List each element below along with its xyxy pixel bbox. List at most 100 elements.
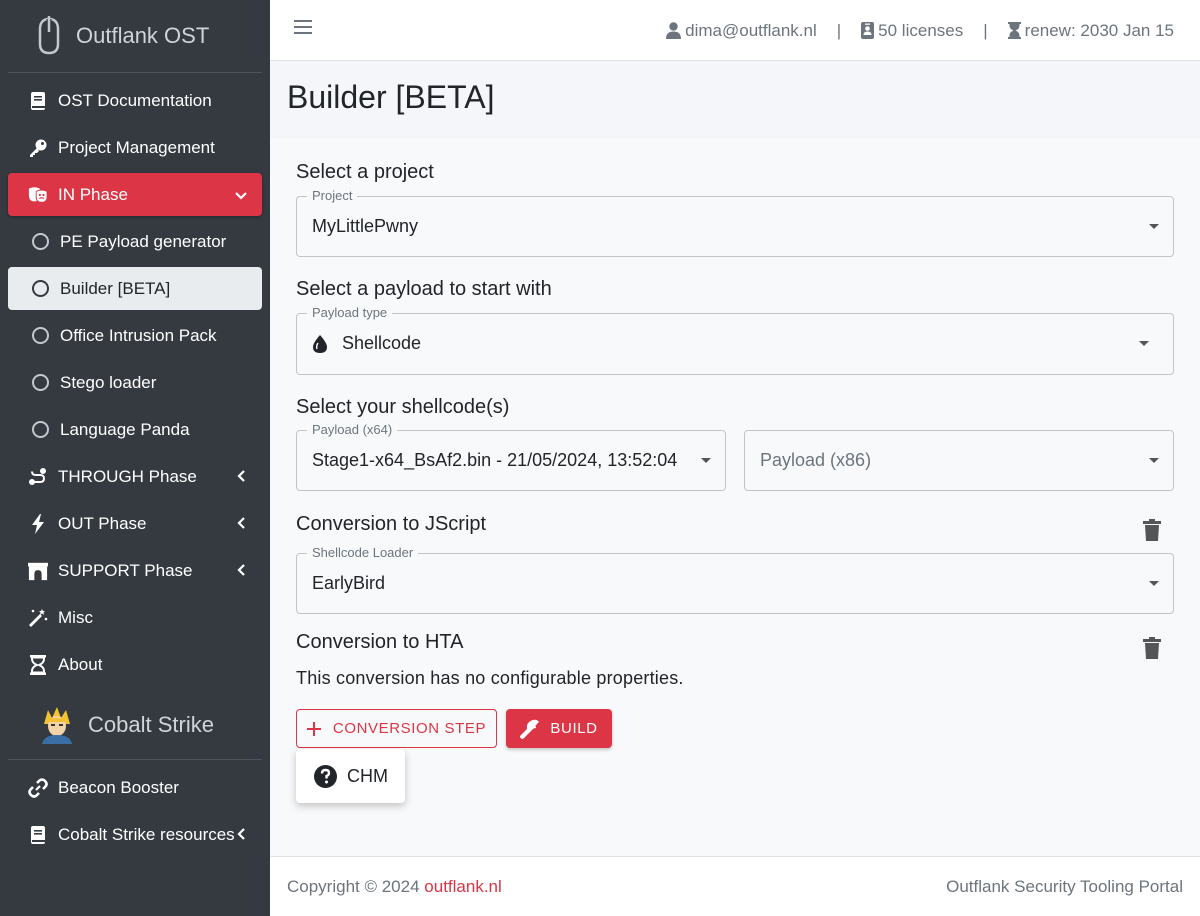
payload-type-value: Shellcode bbox=[342, 333, 422, 353]
outflank-logo-icon bbox=[36, 16, 62, 56]
renew-date: renew: 2030 Jan 15 bbox=[1024, 20, 1174, 40]
sidebar-item-misc[interactable]: Misc bbox=[8, 596, 262, 639]
sidebar-item-pe-payload-generator[interactable]: PE Payload generator bbox=[8, 220, 262, 263]
circle-icon bbox=[30, 232, 50, 252]
project-select-value: MyLittlePwny bbox=[312, 216, 419, 236]
egg-icon bbox=[313, 334, 327, 353]
user-email: dima@outflank.nl bbox=[685, 20, 817, 40]
separator: | bbox=[983, 20, 988, 40]
footer-portal-name: Outflank Security Tooling Portal bbox=[946, 876, 1183, 896]
shellcode-loader-label: Shellcode Loader bbox=[307, 546, 419, 560]
sidebar-item-label: OST Documentation bbox=[58, 90, 212, 110]
chevron-left-icon bbox=[234, 516, 248, 532]
delete-hta-step-trash-icon[interactable] bbox=[1143, 637, 1161, 659]
cobalt-strike-avatar-icon bbox=[38, 706, 76, 744]
wrench-icon bbox=[520, 719, 540, 739]
user-info[interactable]: dima@outflank.nl bbox=[666, 21, 817, 41]
user-icon bbox=[666, 22, 682, 39]
sidebar-item-label: Beacon Booster bbox=[58, 777, 179, 797]
bolt-icon bbox=[28, 513, 48, 534]
footer: Copyright © 2024 outflank.nl Outflank Se… bbox=[270, 856, 1200, 916]
sidebar-item-through-phase[interactable]: THROUGH Phase bbox=[8, 455, 262, 498]
add-conversion-step-button[interactable]: CONVERSION STEP bbox=[296, 709, 497, 748]
renew-info: renew: 2030 Jan 15 bbox=[1007, 20, 1174, 41]
payload-x64-value: Stage1-x64_BsAf2.bin - 21/05/2024, 13:52… bbox=[312, 450, 678, 470]
sidebar-item-in-phase[interactable]: IN Phase bbox=[8, 173, 262, 216]
mask-icon bbox=[28, 185, 48, 205]
caret-down-icon bbox=[1149, 581, 1159, 586]
hourglass-icon bbox=[28, 654, 48, 675]
copyright-text: Copyright © 2024 bbox=[287, 876, 425, 896]
project-select-label: Project bbox=[307, 189, 358, 203]
hta-section-title: Conversion to HTA bbox=[296, 631, 464, 653]
menu-item-chm-label: CHM bbox=[347, 765, 388, 786]
sidebar-item-out-phase[interactable]: OUT Phase bbox=[8, 502, 262, 545]
link-icon bbox=[28, 777, 48, 798]
chevron-left-icon bbox=[235, 827, 248, 843]
payload-x86-select[interactable]: Payload (x86) bbox=[744, 430, 1174, 491]
separator: | bbox=[836, 20, 842, 40]
hamburger-menu-icon[interactable] bbox=[294, 20, 312, 36]
sidebar-item-support-phase[interactable]: SUPPORT Phase bbox=[8, 549, 262, 592]
footer-copyright: Copyright © 2024 outflank.nl bbox=[287, 877, 502, 897]
chevron-down-icon bbox=[234, 187, 248, 203]
sidebar-item-label: SUPPORT Phase bbox=[58, 560, 193, 580]
book-icon bbox=[28, 91, 48, 111]
sidebar-item-beacon-booster[interactable]: Beacon Booster bbox=[8, 766, 262, 809]
build-button[interactable]: BUILD bbox=[506, 709, 612, 748]
sidebar-item-language-panda[interactable]: Language Panda bbox=[8, 408, 262, 451]
shellcode-loader-select[interactable]: Shellcode Loader EarlyBird bbox=[296, 546, 1174, 614]
sidebar-item-label: Office Intrusion Pack bbox=[60, 325, 217, 345]
payload-x86-placeholder: Payload (x86) bbox=[760, 450, 872, 470]
licenses-info: 50 licenses bbox=[861, 21, 963, 41]
project-select[interactable]: Project MyLittlePwny bbox=[296, 189, 1174, 257]
sidebar-item-label: OUT Phase bbox=[58, 513, 147, 533]
sidebar-item-label: Cobalt Strike resources bbox=[58, 824, 235, 844]
footer-link-outflank[interactable]: outflank.nl bbox=[424, 877, 502, 896]
add-conversion-step-label: CONVERSION STEP bbox=[332, 720, 487, 737]
id-badge-icon bbox=[861, 22, 875, 39]
plus-icon bbox=[306, 721, 321, 736]
sidebar-item-label: Misc bbox=[58, 607, 93, 627]
circle-icon bbox=[30, 326, 50, 346]
licenses-count: 50 licenses bbox=[878, 20, 964, 40]
jscript-section-title: Conversion to JScript bbox=[296, 513, 487, 535]
sidebar-item-label: Project Management bbox=[58, 137, 215, 157]
payload-type-select[interactable]: Payload type Shellcode bbox=[296, 306, 1174, 375]
chevron-left-icon bbox=[234, 469, 248, 485]
chevron-left-icon bbox=[234, 563, 248, 579]
sidebar-item-project-management[interactable]: Project Management bbox=[8, 126, 262, 169]
circle-icon bbox=[30, 279, 50, 299]
book-icon bbox=[28, 825, 48, 845]
caret-down-icon bbox=[1149, 458, 1159, 463]
sidebar-item-label: Language Panda bbox=[60, 419, 190, 439]
magic-wand-icon bbox=[28, 608, 48, 628]
project-section-title: Select a project bbox=[296, 161, 434, 183]
delete-jscript-step-trash-icon[interactable] bbox=[1143, 519, 1161, 541]
sidebar-item-builder-beta[interactable]: Builder [BETA] bbox=[8, 267, 262, 310]
conversion-step-menu-item-chm[interactable]: CHM bbox=[296, 749, 405, 803]
page-title: Builder [BETA] bbox=[287, 79, 495, 115]
sidebar-item-office-intrusion-pack[interactable]: Office Intrusion Pack bbox=[8, 314, 262, 357]
cobalt-strike-header: Cobalt Strike bbox=[8, 690, 262, 760]
cobalt-strike-nav: Beacon Booster Cobalt Strike resources bbox=[0, 766, 270, 856]
route-icon bbox=[28, 467, 48, 487]
circle-icon bbox=[30, 420, 50, 440]
sidebar-item-ost-documentation[interactable]: OST Documentation bbox=[8, 79, 262, 122]
key-icon bbox=[28, 138, 48, 158]
caret-down-icon bbox=[1149, 224, 1159, 229]
sidebar-item-cobalt-strike-resources[interactable]: Cobalt Strike resources bbox=[8, 813, 262, 856]
sidebar-nav: OST Documentation Project Management IN … bbox=[0, 79, 270, 686]
payload-type-label: Payload type bbox=[307, 306, 393, 320]
sidebar-item-about[interactable]: About bbox=[8, 643, 262, 686]
payload-type-value-wrap: Shellcode bbox=[312, 333, 421, 354]
payload-x64-label: Payload (x64) bbox=[307, 423, 398, 437]
payload-section-title: Select a payload to start with bbox=[296, 278, 552, 300]
brand[interactable]: Outflank OST bbox=[8, 0, 262, 73]
caret-down-icon bbox=[701, 458, 711, 463]
caret-down-icon bbox=[1139, 341, 1149, 346]
sidebar-item-stego-loader[interactable]: Stego loader bbox=[8, 361, 262, 404]
content-header: Builder [BETA] bbox=[270, 61, 1200, 139]
payload-x64-select[interactable]: Payload (x64) Stage1-x64_BsAf2.bin - 21/… bbox=[296, 423, 726, 491]
cobalt-strike-title: Cobalt Strike bbox=[88, 711, 214, 737]
